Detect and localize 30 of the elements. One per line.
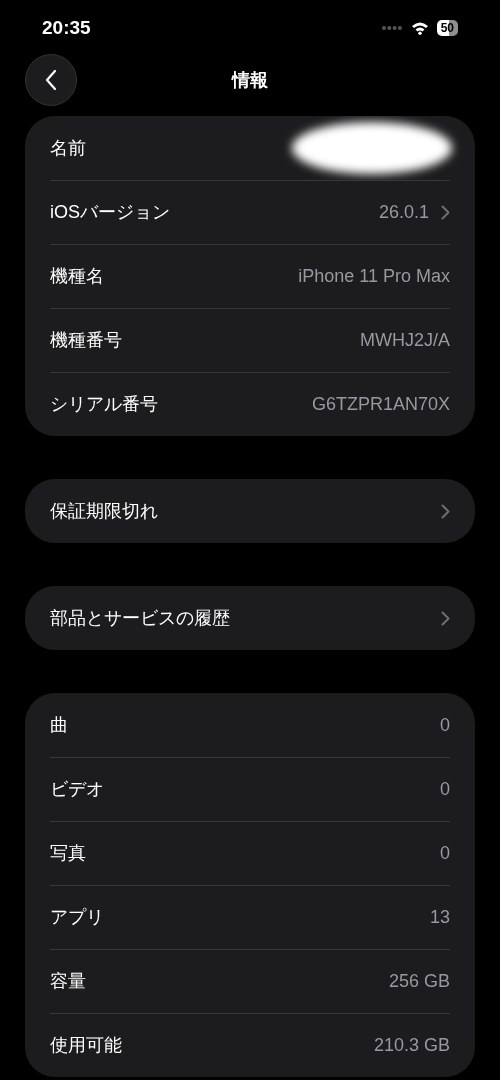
row-label: 機種番号 xyxy=(50,329,122,352)
row-value: 0 xyxy=(440,778,450,801)
row-label: 保証期限切れ xyxy=(50,499,158,523)
row-label: 名前 xyxy=(50,136,86,160)
row-value: 13 xyxy=(429,906,450,929)
row-value: MWHJ2J/A xyxy=(360,329,450,352)
battery-indicator: 50 xyxy=(436,20,458,36)
row-value: 0 xyxy=(440,713,450,737)
row-label: 容量 xyxy=(50,970,86,993)
row-label: 部品とサービスの履歴 xyxy=(50,606,230,630)
row-label: 曲 xyxy=(50,713,68,737)
row-label: 写真 xyxy=(50,842,86,865)
row-value: G6TZPR1AN70X xyxy=(311,393,450,416)
wifi-icon xyxy=(410,21,429,35)
page-title: 情報 xyxy=(232,68,268,92)
row-label: iOSバージョン xyxy=(50,201,170,224)
row-label: 機種名 xyxy=(50,265,104,288)
row-value: iPhone 11 Pro Max xyxy=(298,265,450,288)
back-button[interactable] xyxy=(25,54,77,106)
row-label: ビデオ xyxy=(50,778,104,801)
row-label: 使用可能 xyxy=(50,1034,122,1057)
cellular-signal-icon xyxy=(380,25,403,31)
back-chevron-icon xyxy=(45,69,57,91)
status-time: 20:35 xyxy=(42,15,91,40)
row-value: 210.3 GB xyxy=(373,1034,450,1057)
row-label: シリアル番号 xyxy=(50,393,158,416)
row-value: 0 xyxy=(440,842,450,865)
row-value: 256 GB xyxy=(388,970,450,993)
row-label: アプリ xyxy=(50,906,104,929)
row-value: 26.0.1 xyxy=(378,201,429,224)
